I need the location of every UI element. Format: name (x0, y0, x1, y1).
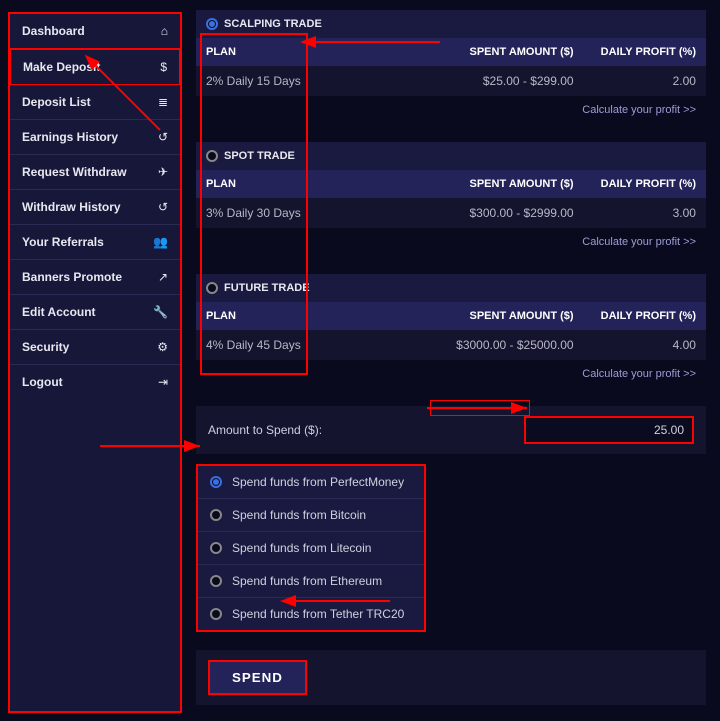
sidebar-item-label: Earnings History (22, 130, 118, 144)
radio-icon (206, 18, 218, 30)
pay-option-label: Spend funds from Ethereum (232, 574, 382, 588)
sidebar: Dashboard ⌂ Make Deposit $ Deposit List … (8, 12, 182, 713)
amount-row: Amount to Spend ($): (196, 406, 706, 454)
sidebar-item-security[interactable]: Security ⚙ (10, 330, 180, 365)
plan-select-scalping[interactable]: SCALPING TRADE (196, 10, 706, 38)
sidebar-item-label: Deposit List (22, 95, 91, 109)
pay-option-label: Spend funds from Bitcoin (232, 508, 366, 522)
plan-title: FUTURE TRADE (224, 282, 310, 294)
spend-button[interactable]: SPEND (208, 660, 307, 695)
sidebar-item-your-referrals[interactable]: Your Referrals 👥 (10, 225, 180, 260)
radio-icon (210, 509, 222, 521)
plan-card-spot: SPOT TRADE PLAN SPENT AMOUNT ($) DAILY P… (196, 142, 706, 256)
sidebar-item-label: Request Withdraw (22, 165, 127, 179)
sidebar-item-label: Your Referrals (22, 235, 104, 249)
sidebar-item-label: Logout (22, 375, 63, 389)
pay-option-bitcoin[interactable]: Spend funds from Bitcoin (198, 499, 424, 532)
calculate-profit-link[interactable]: Calculate your profit >> (196, 96, 706, 124)
plan-title: SCALPING TRADE (224, 18, 322, 30)
pay-option-perfectmoney[interactable]: Spend funds from PerfectMoney (198, 466, 424, 499)
sidebar-item-earnings-history[interactable]: Earnings History ↺ (10, 120, 180, 155)
home-icon: ⌂ (161, 24, 168, 38)
sidebar-item-label: Dashboard (22, 24, 85, 38)
payment-method-list: Spend funds from PerfectMoney Spend fund… (196, 464, 426, 632)
plan-desc: 2% Daily 15 Days (196, 66, 431, 96)
dollar-icon: $ (160, 60, 167, 74)
radio-icon (210, 542, 222, 554)
radio-icon (210, 476, 222, 488)
plan-row: 3% Daily 30 Days $300.00 - $2999.00 3.00 (196, 198, 706, 228)
sidebar-item-logout[interactable]: Logout ⇥ (10, 365, 180, 399)
col-plan: PLAN (196, 38, 431, 66)
sidebar-item-label: Edit Account (22, 305, 96, 319)
plan-spent: $25.00 - $299.00 (431, 66, 584, 96)
amount-input[interactable] (524, 416, 694, 444)
col-profit: DAILY PROFIT (%) (584, 170, 706, 198)
pay-option-tether[interactable]: Spend funds from Tether TRC20 (198, 598, 424, 630)
col-plan: PLAN (196, 302, 431, 330)
sidebar-item-edit-account[interactable]: Edit Account 🔧 (10, 295, 180, 330)
plan-select-spot[interactable]: SPOT TRADE (196, 142, 706, 170)
wrench-icon: 🔧 (153, 305, 168, 319)
sidebar-item-label: Withdraw History (22, 200, 121, 214)
plan-row: 4% Daily 45 Days $3000.00 - $25000.00 4.… (196, 330, 706, 360)
sidebar-item-dashboard[interactable]: Dashboard ⌂ (10, 14, 180, 49)
sidebar-item-label: Make Deposit (23, 60, 100, 74)
col-profit: DAILY PROFIT (%) (584, 302, 706, 330)
plan-select-future[interactable]: FUTURE TRADE (196, 274, 706, 302)
history-icon: ↺ (158, 130, 168, 144)
sidebar-item-request-withdraw[interactable]: Request Withdraw ✈ (10, 155, 180, 190)
pay-option-litecoin[interactable]: Spend funds from Litecoin (198, 532, 424, 565)
plan-desc: 4% Daily 45 Days (196, 330, 431, 360)
col-spent: SPENT AMOUNT ($) (431, 38, 584, 66)
col-plan: PLAN (196, 170, 431, 198)
plan-row: 2% Daily 15 Days $25.00 - $299.00 2.00 (196, 66, 706, 96)
radio-icon (206, 282, 218, 294)
radio-icon (210, 575, 222, 587)
pay-option-label: Spend funds from Tether TRC20 (232, 607, 404, 621)
plan-title: SPOT TRADE (224, 150, 295, 162)
logout-icon: ⇥ (158, 375, 168, 389)
sidebar-item-label: Banners Promote (22, 270, 122, 284)
external-link-icon: ↗ (158, 270, 168, 284)
pay-option-ethereum[interactable]: Spend funds from Ethereum (198, 565, 424, 598)
gear-icon: ⚙ (157, 340, 168, 354)
plan-profit: 3.00 (584, 198, 706, 228)
sidebar-item-banners-promote[interactable]: Banners Promote ↗ (10, 260, 180, 295)
list-icon: ≣ (158, 95, 168, 109)
col-profit: DAILY PROFIT (%) (584, 38, 706, 66)
amount-label: Amount to Spend ($): (208, 423, 322, 437)
plan-profit: 2.00 (584, 66, 706, 96)
plan-desc: 3% Daily 30 Days (196, 198, 431, 228)
calculate-profit-link[interactable]: Calculate your profit >> (196, 228, 706, 256)
plan-card-future: FUTURE TRADE PLAN SPENT AMOUNT ($) DAILY… (196, 274, 706, 388)
history-icon: ↺ (158, 200, 168, 214)
col-spent: SPENT AMOUNT ($) (431, 302, 584, 330)
pay-option-label: Spend funds from Litecoin (232, 541, 371, 555)
plan-columns: PLAN SPENT AMOUNT ($) DAILY PROFIT (%) (196, 38, 706, 66)
radio-icon (210, 608, 222, 620)
users-icon: 👥 (153, 235, 168, 249)
pay-option-label: Spend funds from PerfectMoney (232, 475, 404, 489)
radio-icon (206, 150, 218, 162)
sidebar-item-label: Security (22, 340, 69, 354)
spend-row: SPEND (196, 650, 706, 705)
sidebar-item-make-deposit[interactable]: Make Deposit $ (9, 48, 181, 86)
plan-columns: PLAN SPENT AMOUNT ($) DAILY PROFIT (%) (196, 302, 706, 330)
plan-spent: $300.00 - $2999.00 (431, 198, 584, 228)
send-icon: ✈ (158, 165, 168, 179)
plan-card-scalping: SCALPING TRADE PLAN SPENT AMOUNT ($) DAI… (196, 10, 706, 124)
col-spent: SPENT AMOUNT ($) (431, 170, 584, 198)
sidebar-item-withdraw-history[interactable]: Withdraw History ↺ (10, 190, 180, 225)
sidebar-item-deposit-list[interactable]: Deposit List ≣ (10, 85, 180, 120)
plan-profit: 4.00 (584, 330, 706, 360)
plan-spent: $3000.00 - $25000.00 (431, 330, 584, 360)
calculate-profit-link[interactable]: Calculate your profit >> (196, 360, 706, 388)
plan-columns: PLAN SPENT AMOUNT ($) DAILY PROFIT (%) (196, 170, 706, 198)
main-panel: SCALPING TRADE PLAN SPENT AMOUNT ($) DAI… (194, 8, 712, 713)
